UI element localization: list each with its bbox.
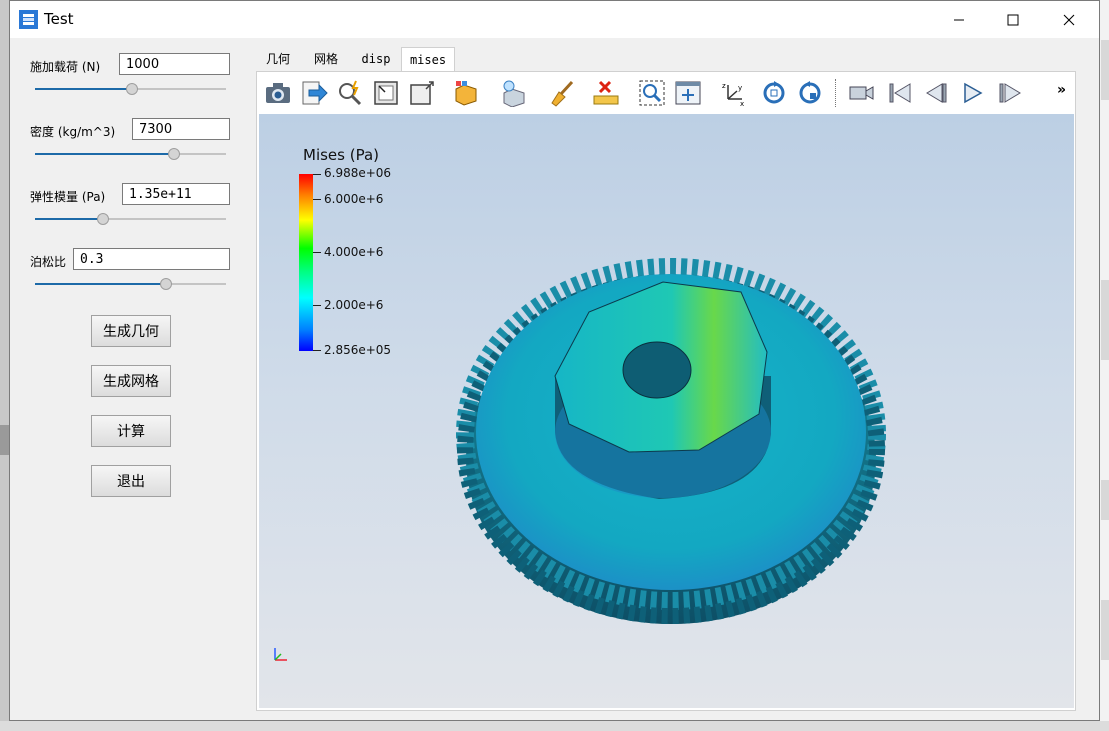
legend-tick-label: 2.000e+6 xyxy=(324,298,384,312)
main-window: Test 施加载荷 (N) 密度 (kg/m^3) 弹性模量 (Pa) 泊松比 … xyxy=(9,0,1100,721)
box-icon xyxy=(410,81,434,105)
title-bar[interactable]: Test xyxy=(10,1,1099,38)
zoom-box-button[interactable] xyxy=(637,78,667,108)
toolbar-separator xyxy=(835,79,836,107)
record-video-button[interactable] xyxy=(847,78,877,108)
viewer-toolbar: z y x » xyxy=(257,72,1075,114)
first-frame-icon xyxy=(889,83,911,103)
fit-view-button[interactable] xyxy=(673,78,703,108)
axes-orient-icon: z y x xyxy=(722,82,744,107)
legend-min-label: 2.856e+05 xyxy=(324,343,392,357)
svg-text:y: y xyxy=(738,84,742,92)
first-frame-button[interactable] xyxy=(885,78,915,108)
maximize-button[interactable] xyxy=(990,1,1036,38)
load-input[interactable] xyxy=(119,53,230,75)
fit-view-icon xyxy=(675,81,701,105)
prev-frame-icon xyxy=(926,83,947,103)
density-input[interactable] xyxy=(132,118,230,140)
previous-frame-button[interactable] xyxy=(921,78,951,108)
maximize-icon xyxy=(1007,14,1019,25)
camera-icon xyxy=(266,83,290,103)
clear-icon xyxy=(551,80,574,107)
background-taskbar-strip xyxy=(0,721,1109,731)
exit-button[interactable]: 退出 xyxy=(91,465,171,497)
slider-thumb[interactable] xyxy=(96,213,109,225)
query-button[interactable] xyxy=(335,78,365,108)
toolbar-overflow-button[interactable]: » xyxy=(1057,82,1066,98)
density-slider[interactable] xyxy=(35,148,226,160)
query-icon xyxy=(339,80,362,106)
frame-button[interactable] xyxy=(371,78,401,108)
poisson-label: 泊松比 xyxy=(30,255,67,269)
modulus-input[interactable] xyxy=(122,183,230,205)
minimize-icon xyxy=(954,19,964,20)
legend-tick-label: 4.000e+6 xyxy=(324,245,384,259)
play-button[interactable] xyxy=(957,78,987,108)
tab-geometry[interactable]: 几何 xyxy=(256,47,300,71)
tab-disp[interactable]: disp xyxy=(352,47,400,71)
poisson-input[interactable] xyxy=(73,248,230,270)
legend-tick xyxy=(313,350,321,351)
modulus-label: 弹性模量 (Pa) xyxy=(30,190,106,204)
frame-icon xyxy=(374,81,398,105)
color-scale-bar xyxy=(299,174,313,351)
rotate-ccw-button[interactable] xyxy=(795,78,825,108)
rotate-ccw-icon xyxy=(799,81,821,104)
zoom-box-icon xyxy=(639,80,665,106)
last-frame-icon xyxy=(999,83,1021,103)
density-label: 密度 (kg/m^3) xyxy=(30,125,116,139)
close-button[interactable] xyxy=(1046,1,1092,38)
poisson-slider[interactable] xyxy=(35,278,226,290)
slider-thumb[interactable] xyxy=(167,148,180,160)
ruler-icon xyxy=(593,80,619,105)
modulus-slider[interactable] xyxy=(35,213,226,225)
generate-geometry-button[interactable]: 生成几何 xyxy=(91,315,171,347)
box-button[interactable] xyxy=(407,78,437,108)
measure-button[interactable] xyxy=(591,78,621,108)
axes-orientation-button[interactable]: z y x xyxy=(719,78,749,108)
light-icon xyxy=(503,80,525,107)
screenshot-button[interactable] xyxy=(263,78,293,108)
parameter-panel: 施加载荷 (N) 密度 (kg/m^3) 弹性模量 (Pa) 泊松比 生成几何 … xyxy=(10,38,250,720)
compute-button[interactable]: 计算 xyxy=(91,415,171,447)
lighting-button[interactable] xyxy=(499,78,529,108)
background-window-strip xyxy=(1100,0,1109,731)
tab-mesh[interactable]: 网格 xyxy=(304,47,348,71)
window-title: Test xyxy=(44,10,74,28)
legend-tick xyxy=(313,252,321,253)
tab-mises[interactable]: mises xyxy=(401,47,455,71)
close-icon xyxy=(1063,14,1075,25)
render-options-button[interactable] xyxy=(451,78,481,108)
background-left-strip xyxy=(0,425,9,455)
rotate-cw-icon xyxy=(763,81,785,104)
legend-tick xyxy=(313,174,321,175)
legend-tick xyxy=(313,305,321,306)
generate-mesh-button[interactable]: 生成网格 xyxy=(91,365,171,397)
slider-thumb[interactable] xyxy=(125,83,138,95)
legend-tick-label: 6.000e+6 xyxy=(324,192,384,206)
render-options-icon xyxy=(455,81,477,106)
play-icon xyxy=(964,82,983,104)
svg-text:x: x xyxy=(740,100,744,107)
legend-title: Mises (Pa) xyxy=(303,146,380,164)
orientation-axes-icon xyxy=(274,648,287,661)
rotate-cw-button[interactable] xyxy=(759,78,789,108)
3d-viewport[interactable]: Mises (Pa) 6.988e+06 6.000e+6 4.000e+6 2… xyxy=(259,114,1074,708)
minimize-button[interactable] xyxy=(936,1,982,38)
export-icon xyxy=(302,81,328,105)
svg-text:z: z xyxy=(722,82,726,90)
view-frame: z y x » Mises (Pa) 6.988e+06 6.000e+6 4.00… xyxy=(256,71,1076,711)
legend-tick xyxy=(313,199,321,200)
app-icon xyxy=(19,10,38,29)
video-icon xyxy=(849,86,874,100)
clear-button[interactable] xyxy=(547,78,577,108)
load-slider[interactable] xyxy=(35,83,226,95)
load-label: 施加载荷 (N) xyxy=(30,60,101,74)
export-button[interactable] xyxy=(299,78,329,108)
last-frame-button[interactable] xyxy=(995,78,1025,108)
legend-max-label: 6.988e+06 xyxy=(324,166,392,180)
slider-thumb[interactable] xyxy=(159,278,172,290)
